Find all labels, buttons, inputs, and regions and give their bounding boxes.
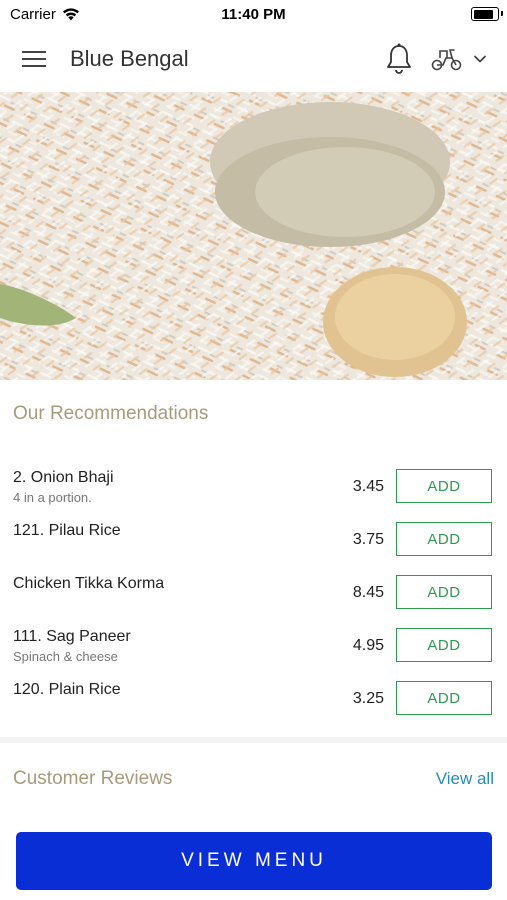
item-description: Spinach & cheese	[13, 649, 118, 664]
restaurant-title: Blue Bengal	[70, 46, 189, 71]
item-price: 3.25	[352, 690, 384, 707]
view-menu-button[interactable]: VIEW MENU	[16, 832, 492, 890]
add-button[interactable]: ADD	[396, 469, 492, 503]
item-name: 120. Plain Rice	[13, 681, 121, 698]
battery-icon	[471, 7, 503, 21]
list-item: 121. Pilau Rice 3.75 ADD	[0, 522, 507, 568]
list-item: Chicken Tikka Korma 8.45 ADD	[0, 575, 507, 621]
section-divider	[0, 737, 507, 743]
item-name: 2. Onion Bhaji	[13, 469, 114, 486]
item-name: 121. Pilau Rice	[13, 522, 121, 539]
status-time: 11:40 PM	[221, 6, 286, 23]
item-price: 8.45	[352, 584, 384, 601]
list-item: 2. Onion Bhaji 4 in a portion. 3.45 ADD	[0, 469, 507, 515]
item-price: 3.45	[352, 478, 384, 495]
status-bar: Carrier 11:40 PM	[0, 0, 507, 28]
bell-icon[interactable]	[384, 42, 414, 76]
list-item: 111. Sag Paneer Spinach & cheese 4.95 AD…	[0, 628, 507, 674]
recommendations-title: Our Recommendations	[13, 403, 209, 424]
item-price: 3.75	[352, 531, 384, 548]
hero-food-image	[0, 92, 507, 380]
add-button[interactable]: ADD	[396, 575, 492, 609]
app-header: Blue Bengal	[0, 28, 507, 92]
item-name: 111. Sag Paneer	[13, 628, 131, 645]
scooter-icon[interactable]	[430, 46, 464, 72]
battery-level	[473, 9, 493, 19]
reviews-title: Customer Reviews	[13, 768, 173, 789]
item-name: Chicken Tikka Korma	[13, 575, 165, 592]
chevron-down-icon[interactable]	[472, 52, 488, 66]
add-button[interactable]: ADD	[396, 681, 492, 715]
list-item: 120. Plain Rice 3.25 ADD	[0, 681, 507, 727]
view-all-link[interactable]: View all	[436, 769, 494, 789]
menu-icon[interactable]	[22, 48, 48, 70]
item-price: 4.95	[352, 637, 384, 654]
add-button[interactable]: ADD	[396, 522, 492, 556]
item-description: 4 in a portion.	[13, 490, 92, 505]
add-button[interactable]: ADD	[396, 628, 492, 662]
